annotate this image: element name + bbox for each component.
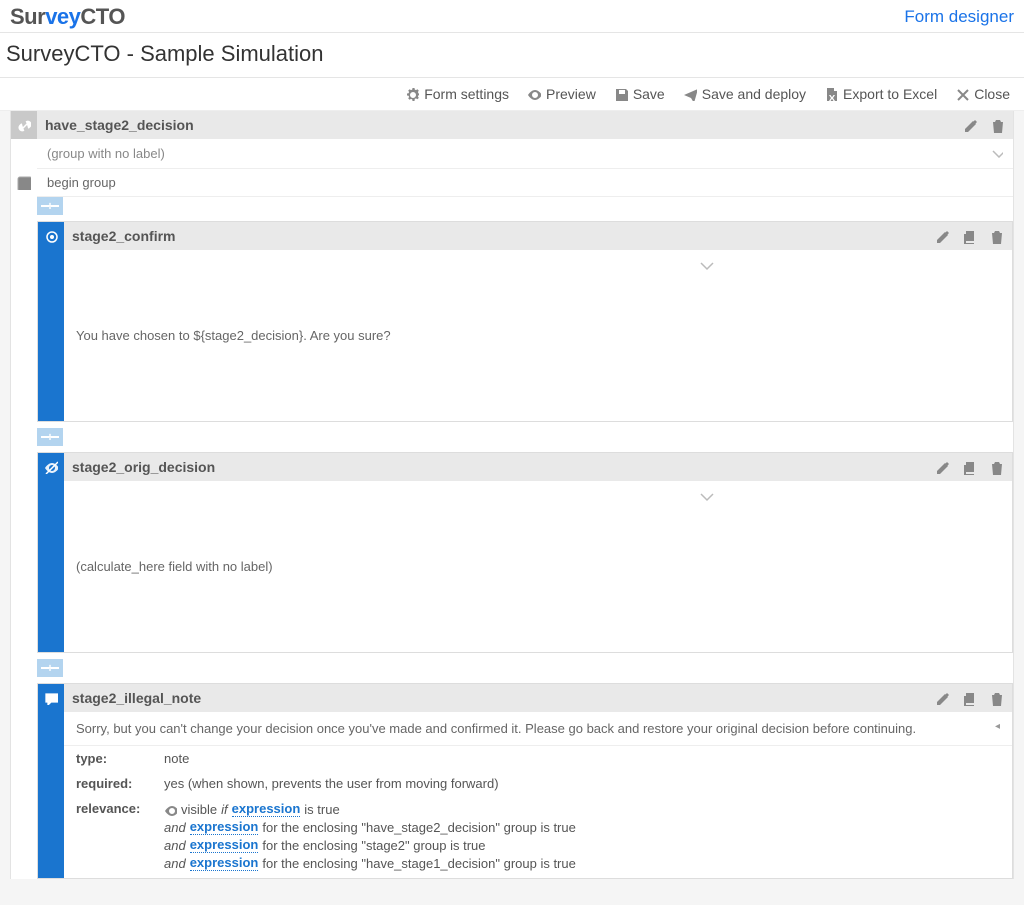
expression-link[interactable]: expression [190, 855, 259, 871]
edit-icon[interactable] [935, 229, 950, 244]
collapse-caret[interactable]: ◂ [995, 721, 1000, 732]
group-gutter[interactable] [11, 111, 37, 139]
eye-icon [527, 87, 541, 101]
chat-icon [44, 691, 58, 705]
add-between-1[interactable]: + [37, 197, 1013, 215]
field-label[interactable]: Sorry, but you can't change your decisio… [64, 712, 1012, 745]
trash-icon[interactable] [989, 229, 1004, 244]
field-gutter[interactable] [38, 453, 64, 481]
relevance-line-1: visible if expression is true [164, 801, 1000, 817]
prop-required: required: yes (when shown, prevents the … [64, 771, 1012, 796]
copy-icon[interactable] [962, 691, 977, 706]
caret-down-icon [992, 146, 1003, 161]
field-gutter-body [38, 481, 64, 652]
close-button[interactable]: Close [955, 86, 1010, 102]
group-name: have_stage2_decision [45, 117, 963, 133]
target-icon [44, 229, 58, 243]
field-name: stage2_illegal_note [72, 690, 935, 706]
caret-down-icon [700, 259, 1000, 412]
title-row: SurveyCTO - Sample Simulation [0, 33, 1024, 78]
floppy-icon [614, 87, 628, 101]
field-stage2-orig-decision: stage2_orig_decision (calculate_here fie… [37, 452, 1013, 653]
group-sub-label[interactable]: (group with no label) [37, 139, 1013, 168]
expression-link[interactable]: expression [190, 837, 259, 853]
logo: SurveyCTO [10, 4, 125, 30]
gear-icon [405, 87, 419, 101]
relevance-line-4: and expression for the enclosing "have_s… [164, 855, 1000, 871]
link-icon [17, 118, 31, 132]
begin-group-label: begin group [37, 168, 1013, 197]
trash-icon[interactable] [990, 118, 1005, 133]
eye-off-icon [44, 460, 58, 474]
page-title: SurveyCTO - Sample Simulation [6, 41, 1012, 67]
field-gutter-body [38, 712, 64, 745]
add-between-2[interactable]: + [37, 428, 1013, 446]
group-sub-row: (group with no label) [11, 139, 1013, 168]
edit-icon[interactable] [935, 460, 950, 475]
copy-icon[interactable] [962, 460, 977, 475]
field-gutter-body [38, 250, 64, 421]
group-children: + stage2_confirm [11, 197, 1013, 879]
field-header[interactable]: stage2_illegal_note [64, 684, 1012, 712]
group-gutter-blank [11, 139, 37, 168]
expression-link[interactable]: expression [190, 819, 259, 835]
field-stage2-confirm: stage2_confirm You have chosen to ${stag… [37, 221, 1013, 422]
trash-icon[interactable] [989, 460, 1004, 475]
edit-icon[interactable] [935, 691, 950, 706]
copy-icon[interactable] [962, 229, 977, 244]
save-button[interactable]: Save [614, 86, 665, 102]
outer-frame: have_stage2_decision (group with no labe… [10, 111, 1014, 879]
relevance-line-3: and expression for the enclosing "stage2… [164, 837, 1000, 853]
group-header-row: have_stage2_decision [11, 111, 1013, 139]
field-label[interactable]: You have chosen to ${stage2_decision}. A… [64, 250, 1012, 421]
field-gutter[interactable] [38, 684, 64, 712]
relevance-line-2: and expression for the enclosing "have_s… [164, 819, 1000, 835]
caret-down-icon [700, 490, 1000, 643]
form-designer-link[interactable]: Form designer [904, 7, 1014, 27]
group-header[interactable]: have_stage2_decision [37, 111, 1013, 139]
field-gutter-props [38, 745, 64, 878]
trash-icon[interactable] [989, 691, 1004, 706]
topbar: SurveyCTO Form designer [0, 0, 1024, 33]
x-icon [955, 87, 969, 101]
form-settings-button[interactable]: Form settings [405, 86, 509, 102]
begin-group-row: begin group [11, 168, 1013, 197]
prop-relevance: relevance: visible if expression is true [64, 796, 1012, 878]
field-stage2-illegal-note: stage2_illegal_note Sorry, but you can't… [37, 683, 1013, 879]
preview-button[interactable]: Preview [527, 86, 596, 102]
prop-type: type: note [64, 746, 1012, 771]
field-gutter[interactable] [38, 222, 64, 250]
toolbar: Form settings Preview Save Save and depl… [0, 78, 1024, 110]
minus-icon [17, 176, 31, 190]
field-header[interactable]: stage2_orig_decision [64, 453, 1012, 481]
add-between-3[interactable]: + [37, 659, 1013, 677]
field-name: stage2_confirm [72, 228, 935, 244]
excel-icon [824, 87, 838, 101]
edit-icon[interactable] [963, 118, 978, 133]
field-name: stage2_orig_decision [72, 459, 935, 475]
expression-link[interactable]: expression [232, 801, 301, 817]
eye-icon [164, 803, 177, 816]
field-label[interactable]: (calculate_here field with no label) [64, 481, 1012, 652]
field-properties: type: note required: yes (when shown, pr… [64, 745, 1012, 878]
save-deploy-button[interactable]: Save and deploy [683, 86, 806, 102]
field-header[interactable]: stage2_confirm [64, 222, 1012, 250]
collapse-toggle[interactable] [11, 168, 37, 197]
export-excel-button[interactable]: Export to Excel [824, 86, 937, 102]
send-icon [683, 87, 697, 101]
canvas: have_stage2_decision (group with no labe… [0, 110, 1024, 905]
